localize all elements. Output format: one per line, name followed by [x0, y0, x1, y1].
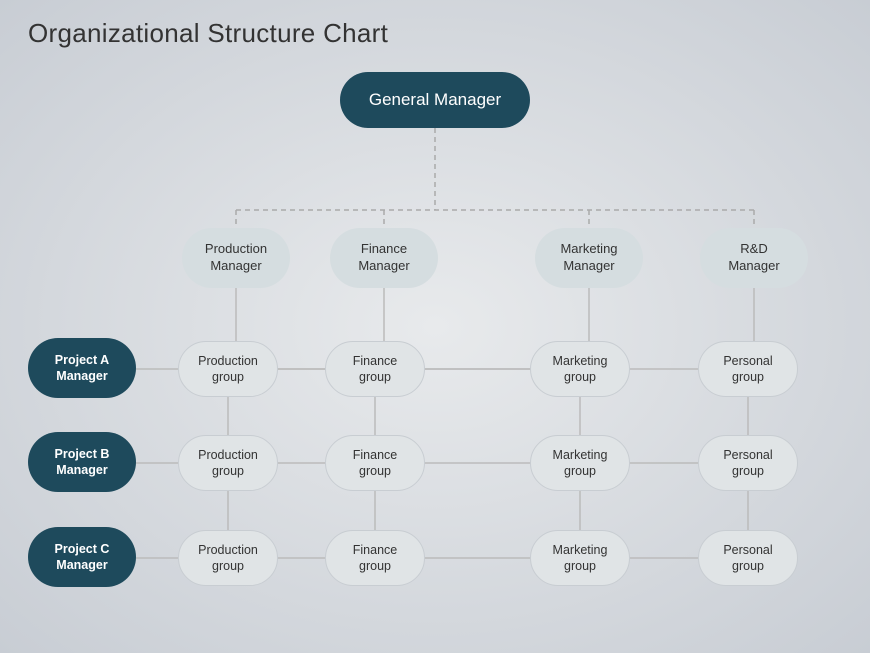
project-c-manager-node: Project CManager	[28, 527, 136, 587]
personal-group-c: Personalgroup	[698, 530, 798, 586]
rnd-manager-node: R&DManager	[700, 228, 808, 288]
fin-group-b: Financegroup	[325, 435, 425, 491]
finance-manager-node: FinanceManager	[330, 228, 438, 288]
prod-group-a: Productiongroup	[178, 341, 278, 397]
project-b-manager-node: Project BManager	[28, 432, 136, 492]
production-manager-node: ProductionManager	[182, 228, 290, 288]
prod-group-b: Productiongroup	[178, 435, 278, 491]
fin-group-c: Financegroup	[325, 530, 425, 586]
project-a-manager-node: Project AManager	[28, 338, 136, 398]
fin-group-a: Financegroup	[325, 341, 425, 397]
mkt-group-b: Marketinggroup	[530, 435, 630, 491]
general-manager-node: General Manager	[340, 72, 530, 128]
marketing-manager-node: MarketingManager	[535, 228, 643, 288]
personal-group-a: Personalgroup	[698, 341, 798, 397]
personal-group-b: Personalgroup	[698, 435, 798, 491]
prod-group-c: Productiongroup	[178, 530, 278, 586]
mkt-group-c: Marketinggroup	[530, 530, 630, 586]
page-title: Organizational Structure Chart	[28, 18, 388, 49]
mkt-group-a: Marketinggroup	[530, 341, 630, 397]
